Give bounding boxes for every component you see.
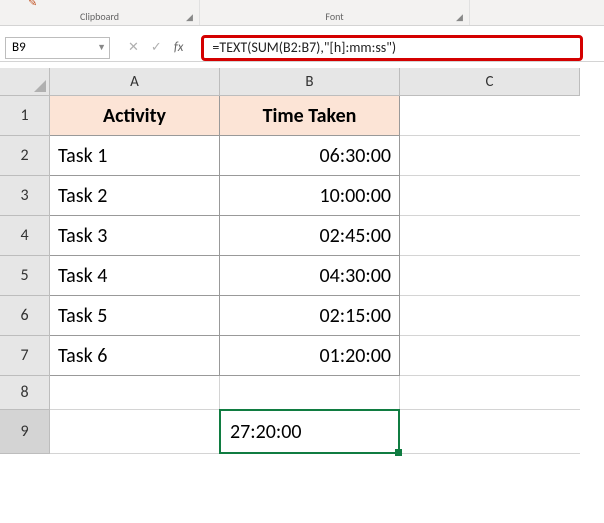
row-header-1[interactable]: 1: [0, 96, 50, 136]
cell-c8[interactable]: [400, 376, 580, 410]
dialog-launcher-icon[interactable]: ◢: [456, 12, 466, 22]
cell-b8[interactable]: [220, 376, 400, 410]
cell-b9-value: 27:20:00: [230, 420, 302, 444]
col-header-c[interactable]: C: [400, 68, 580, 96]
ribbon-group-font: Font ◢: [200, 0, 470, 25]
col-header-b[interactable]: B: [220, 68, 400, 96]
enter-icon: ✓: [151, 40, 162, 55]
cell-c2[interactable]: [400, 136, 580, 176]
cell-b6[interactable]: 02:15:00: [220, 296, 400, 336]
cell-c4[interactable]: [400, 216, 580, 256]
name-box-value: B9: [12, 40, 26, 55]
chevron-down-icon[interactable]: ▼: [97, 42, 106, 53]
cell-b9-active[interactable]: 27:20:00: [220, 410, 400, 454]
cell-a3[interactable]: Task 2: [50, 176, 220, 216]
cell-a7[interactable]: Task 6: [50, 336, 220, 376]
row-header-2[interactable]: 2: [0, 136, 50, 176]
cell-c5[interactable]: [400, 256, 580, 296]
cell-a2[interactable]: Task 1: [50, 136, 220, 176]
ribbon-groups-row: ✎ Clipboard ◢ Font ◢: [0, 0, 604, 26]
row-header-3[interactable]: 3: [0, 176, 50, 216]
row-header-5[interactable]: 5: [0, 256, 50, 296]
ribbon-label-clipboard: Clipboard: [80, 10, 119, 25]
cell-a8[interactable]: [50, 376, 220, 410]
row-header-9[interactable]: 9: [0, 410, 50, 454]
cell-a1[interactable]: Activity: [50, 96, 220, 136]
cell-a4[interactable]: Task 3: [50, 216, 220, 256]
fill-handle[interactable]: [395, 449, 402, 456]
cell-a5[interactable]: Task 4: [50, 256, 220, 296]
cell-c3[interactable]: [400, 176, 580, 216]
ribbon-label-font: Font: [325, 10, 343, 25]
row-header-4[interactable]: 4: [0, 216, 50, 256]
cell-b5[interactable]: 04:30:00: [220, 256, 400, 296]
cell-c9[interactable]: [400, 410, 580, 454]
dialog-launcher-icon[interactable]: ◢: [186, 12, 196, 22]
formula-text: =TEXT(SUM(B2:B7),"[h]:mm:ss"): [212, 39, 396, 56]
formula-bar-buttons: ✕ ✓ fx: [114, 40, 197, 55]
cell-b2[interactable]: 06:30:00: [220, 136, 400, 176]
row-header-7[interactable]: 7: [0, 336, 50, 376]
formula-bar-row: B9 ▼ ✕ ✓ fx =TEXT(SUM(B2:B7),"[h]:mm:ss"…: [0, 34, 604, 62]
cell-b1[interactable]: Time Taken: [220, 96, 400, 136]
row-header-8[interactable]: 8: [0, 376, 50, 410]
formula-input[interactable]: =TEXT(SUM(B2:B7),"[h]:mm:ss"): [201, 35, 583, 61]
name-box[interactable]: B9 ▼: [5, 37, 110, 59]
cell-c7[interactable]: [400, 336, 580, 376]
ribbon-group-clipboard: ✎ Clipboard ◢: [0, 0, 200, 25]
fx-icon[interactable]: fx: [174, 40, 184, 55]
spreadsheet-grid: 1 2 3 4 5 6 7 8 9 A B C Activity Time Ta…: [0, 68, 604, 454]
row-header-6[interactable]: 6: [0, 296, 50, 336]
cell-c6[interactable]: [400, 296, 580, 336]
cell-b3[interactable]: 10:00:00: [220, 176, 400, 216]
cell-b7[interactable]: 01:20:00: [220, 336, 400, 376]
cell-a6[interactable]: Task 5: [50, 296, 220, 336]
format-painter-icon: ✎: [28, 0, 37, 9]
cell-b4[interactable]: 02:45:00: [220, 216, 400, 256]
cancel-icon: ✕: [128, 40, 139, 55]
select-all-corner[interactable]: [0, 68, 50, 96]
cell-c1[interactable]: [400, 96, 580, 136]
col-header-a[interactable]: A: [50, 68, 220, 96]
cell-a9[interactable]: [50, 410, 220, 454]
